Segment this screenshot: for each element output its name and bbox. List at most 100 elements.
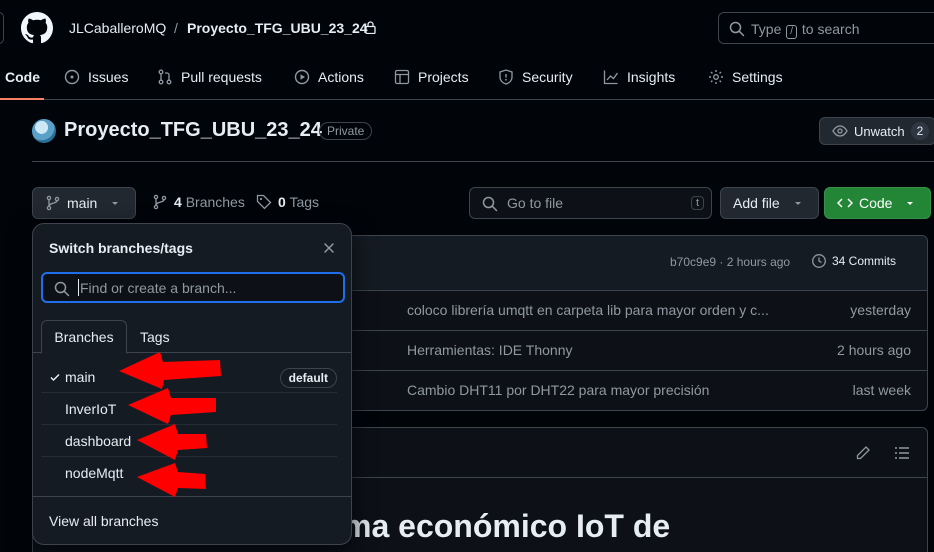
graph-icon [603,70,619,85]
code-button-label: Code [859,195,893,211]
tab-pull-requests-label: Pull requests [181,69,262,85]
pull-request-icon [158,69,172,85]
branches-count: 4 [174,194,182,210]
unwatch-button[interactable]: Unwatch 2 [819,117,934,145]
global-header: JLCaballeroMQ / Proyecto_TFG_UBU_23_24 T… [0,0,934,56]
caret-down-icon [907,202,914,205]
readme-heading: ma económico IoT de [343,508,671,544]
branch-item-main[interactable]: main default [41,361,337,393]
pencil-icon[interactable] [855,445,871,461]
menu-button[interactable] [0,12,4,44]
tab-issues-label: Issues [88,69,129,85]
avatar[interactable] [32,119,56,143]
branch-select-button[interactable]: main [32,187,137,219]
go-to-file-placeholder: Go to file [507,195,564,211]
tab-projects-label: Projects [418,69,469,85]
view-all-branches-link[interactable]: View all branches [49,513,158,529]
watch-count: 2 [910,122,930,140]
tab-code[interactable]: Code [5,66,40,88]
lock-icon [365,21,376,34]
tab-settings-label: Settings [732,69,783,85]
issue-icon [64,69,80,85]
breadcrumb-owner[interactable]: JLCaballeroMQ [69,19,166,37]
commit-time: yesterday [850,302,911,318]
tag-icon [256,194,272,210]
branch-name: nodeMqtt [65,465,124,481]
tab-actions[interactable]: Actions [294,66,364,88]
active-tab-underline [0,98,44,100]
commit-message[interactable]: Herramientas: IDE Thonny [407,342,572,358]
global-search-input[interactable]: Type / to search [718,12,934,44]
search-icon [54,281,70,297]
branch-icon [153,194,167,210]
tab-branches-label: Branches [54,329,114,345]
visibility-badge: Private [319,122,373,140]
header-divider [32,161,934,162]
check-icon [50,373,60,382]
branches-label: Branches [185,194,245,210]
commit-hash[interactable]: b70c9e9 · 2 hours ago [670,255,790,269]
branch-name: InverIoT [65,401,117,417]
breadcrumb-separator: / [174,20,178,36]
add-file-label: Add file [733,195,780,211]
dropdown-footer: View all branches [33,496,351,544]
search-icon [729,21,745,37]
code-icon [837,198,853,208]
outline-list-icon[interactable] [894,445,910,461]
branch-name: dashboard [65,433,132,449]
commit-message[interactable]: Cambio DHT11 por DHT22 para mayor precis… [407,382,709,398]
breadcrumb-repo[interactable]: Proyecto_TFG_UBU_23_24 [187,19,368,37]
play-icon [294,69,310,85]
search-placeholder: Type / to search [751,21,860,39]
caret-down-icon [794,202,801,205]
tags-count: 0 [278,194,286,210]
commit-message[interactable]: coloco librería umqtt en carpeta lib par… [407,302,769,318]
dropdown-title: Switch branches/tags [49,240,193,256]
branch-switcher-dropdown: Switch branches/tags Find or create a br… [32,223,352,545]
commits-link[interactable]: 34 Commits [811,253,896,269]
commit-time: last week [852,382,911,398]
github-logo-icon[interactable] [21,12,53,44]
tab-projects[interactable]: Projects [394,66,469,88]
go-to-file-input[interactable]: Go to file t [469,187,712,219]
shield-icon [499,69,513,85]
tab-issues[interactable]: Issues [64,66,128,88]
branch-filter-input[interactable]: Find or create a branch... [41,272,345,303]
branch-icon [46,195,60,211]
code-button[interactable]: Code [824,187,932,219]
commit-time: 2 hours ago [837,342,911,358]
tags-label: Tags [289,194,320,210]
repo-nav: Code Issues Pull requests Actions Projec… [0,56,934,100]
branches-link[interactable]: 4 Branches [152,194,245,210]
tab-pull-requests[interactable]: Pull requests [157,66,262,88]
tab-security-label: Security [522,69,573,85]
table-icon [394,69,410,85]
gear-icon [709,70,723,84]
dropdown-tabs: Branches Tags [33,320,351,354]
branch-item-nodemqtt[interactable]: nodeMqtt [41,457,337,489]
tab-insights-label: Insights [627,69,676,85]
text-caret [78,279,79,296]
branch-label: main [67,195,98,211]
tab-settings[interactable]: Settings [708,66,783,88]
history-icon [812,254,826,268]
tags-link[interactable]: 0 Tags [256,194,319,210]
close-icon[interactable] [319,238,339,258]
tab-branches[interactable]: Branches [41,320,127,354]
tab-security[interactable]: Security [498,66,573,88]
add-file-button[interactable]: Add file [720,187,819,219]
branch-filter-placeholder: Find or create a branch... [80,280,237,296]
branch-name: main [65,369,96,385]
search-icon [482,196,498,212]
tab-actions-label: Actions [318,69,364,85]
go-to-file-shortcut: t [690,196,704,210]
branch-item-dashboard[interactable]: dashboard [41,425,337,457]
tab-tags-label: Tags [140,329,170,345]
tab-insights[interactable]: Insights [603,66,675,88]
default-badge: default [279,368,337,388]
branch-item-inveriot[interactable]: InverIoT [41,393,337,425]
caret-down-icon [112,202,119,205]
repo-title[interactable]: Proyecto_TFG_UBU_23_24 [64,119,322,142]
tab-tags[interactable]: Tags [140,320,170,354]
unwatch-label: Unwatch [854,123,905,139]
